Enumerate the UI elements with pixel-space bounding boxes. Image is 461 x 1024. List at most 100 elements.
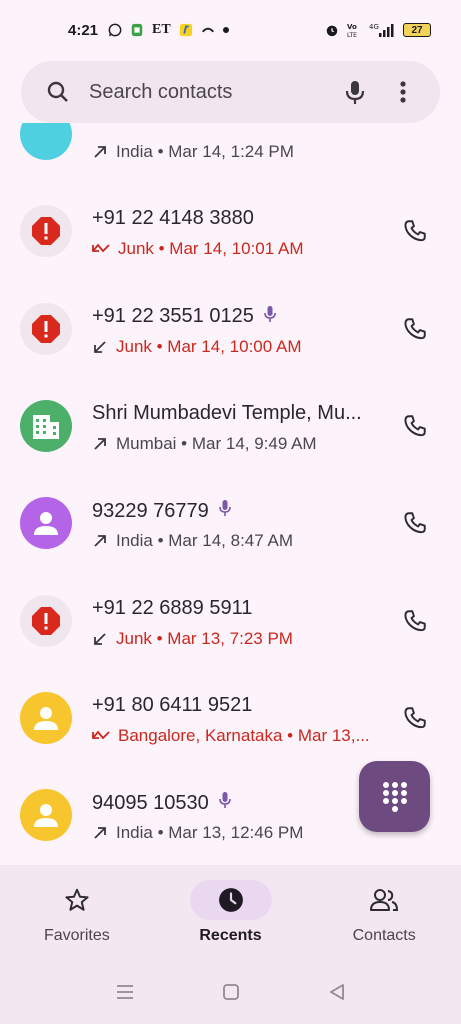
contact-avatar[interactable] (20, 594, 72, 647)
bottom-nav: Favorites Recents Contacts (0, 865, 461, 960)
call-details-text: India • Mar 13, 12:46 PM (116, 823, 304, 843)
call-direction (92, 242, 110, 256)
caller-name-text: +91 22 6889 5911 (92, 596, 253, 619)
voicemail-mic-icon (218, 499, 231, 523)
call-log-row[interactable]: +91 22 4148 3880 Junk • Mar 14, 10:01 AM (0, 185, 461, 282)
call-log-row[interactable]: +91 80 6411 9521 Bangalore, Karnataka • M… (0, 672, 461, 769)
contact-avatar[interactable] (20, 123, 72, 160)
call-direction (92, 339, 108, 355)
nav-contacts-pill (343, 880, 425, 920)
call-log-row[interactable]: India • Mar 14, 1:24 PM (0, 123, 461, 185)
call-log-row[interactable]: +91 22 3551 0125 Junk • Mar 14, 10:00 AM (0, 283, 461, 380)
caller-name: +91 80 6411 9521 (92, 694, 252, 717)
phone-icon (404, 415, 426, 437)
search-icon (45, 79, 71, 105)
call-details-text: Bangalore, Karnataka • Mar 13,... (118, 725, 370, 745)
nav-recents[interactable]: Recents (154, 865, 308, 960)
person-icon (34, 804, 58, 828)
dialpad-button[interactable] (359, 761, 430, 832)
caller-name: Shri Mumbadevi Temple, Mu... (92, 402, 362, 425)
incoming-call-icon (94, 632, 106, 645)
outgoing-call-icon (94, 535, 106, 547)
call-details: Mumbai • Mar 14, 9:49 AM (92, 434, 317, 454)
contact-avatar[interactable] (20, 399, 72, 452)
contact-avatar[interactable] (20, 302, 72, 355)
outgoing-call-icon (94, 146, 106, 158)
contact-avatar[interactable] (20, 789, 72, 842)
alarm-icon (326, 25, 338, 37)
et-icon: ET (152, 22, 171, 37)
phone-icon (404, 512, 426, 534)
clock-icon (218, 888, 243, 912)
caller-name-text: +91 80 6411 9521 (92, 693, 253, 716)
call-log-row[interactable]: 93229 76779 India • Mar 14, 8:47 AM (0, 477, 461, 574)
call-details: Junk • Mar 14, 10:00 AM (92, 337, 302, 357)
spam-warning-icon (32, 217, 60, 246)
dot-icon (222, 27, 229, 33)
search-input[interactable]: Search contacts (89, 81, 342, 104)
nav-favorites-pill (36, 880, 118, 920)
nav-contacts-label: Contacts (352, 927, 416, 944)
nav-contacts[interactable]: Contacts (307, 865, 461, 960)
caller-name: +91 22 4148 3880 (92, 207, 254, 230)
nav-recents-pill (189, 880, 272, 920)
call-direction (92, 631, 108, 647)
shield-app-icon (131, 23, 143, 37)
mic-icon[interactable] (342, 79, 368, 105)
call-details: India • Mar 14, 8:47 AM (92, 531, 293, 551)
call-log-row[interactable]: Shri Mumbadevi Temple, Mu... Mumbai • Mar… (0, 380, 461, 477)
call-button[interactable] (399, 215, 431, 247)
missed-call-icon (92, 730, 110, 740)
whatsapp-icon (108, 23, 122, 37)
call-details-text: Junk • Mar 14, 10:01 AM (118, 239, 304, 259)
call-direction (92, 144, 108, 160)
phone-icon (404, 707, 426, 728)
menu-icon[interactable] (116, 984, 134, 1000)
star-icon (65, 888, 89, 911)
call-direction (92, 729, 110, 743)
missed-call-icon (201, 27, 214, 33)
call-button[interactable] (399, 507, 431, 539)
call-details-text: Mumbai • Mar 14, 9:49 AM (116, 433, 317, 453)
caller-name: +91 22 6889 5911 (92, 597, 252, 620)
home-icon[interactable] (222, 983, 240, 1001)
call-details: India • Mar 13, 12:46 PM (92, 823, 303, 843)
svg-text:4G: 4G (369, 23, 379, 31)
contact-avatar[interactable] (20, 691, 72, 744)
call-details: Junk • Mar 13, 7:23 PM (92, 629, 293, 649)
recents-list: India • Mar 14, 1:24 PM +91 22 4148 3880 J… (0, 123, 461, 865)
nav-recents-label: Recents (199, 927, 262, 944)
call-button[interactable] (399, 410, 431, 442)
more-options-icon[interactable] (390, 79, 416, 105)
caller-name-text: +91 22 3551 0125 (92, 305, 254, 328)
call-details: Bangalore, Karnataka • Mar 13,... (92, 726, 370, 746)
volte-icon: VoLTE (347, 23, 357, 38)
search-bar[interactable]: Search contacts (21, 61, 440, 123)
nav-favorites-label: Favorites (43, 927, 110, 944)
status-bar: 4:21 ET Vo LTE 4G 27 (0, 0, 461, 60)
system-nav-bar (0, 960, 461, 1024)
people-icon (370, 889, 399, 911)
flipkart-icon (179, 23, 192, 37)
caller-name: 93229 76779 (92, 499, 231, 523)
caller-name-text: 93229 76779 (92, 499, 209, 522)
phone-icon (404, 609, 426, 631)
missed-call-icon (92, 243, 110, 253)
voicemail-mic-icon (218, 791, 231, 815)
contact-avatar[interactable] (20, 497, 72, 550)
call-details-text: India • Mar 14, 1:24 PM (116, 142, 294, 161)
contact-avatar[interactable] (20, 205, 72, 258)
call-log-row[interactable]: +91 22 6889 5911 Junk • Mar 13, 7:23 PM (0, 575, 461, 672)
caller-name-text: +91 22 4148 3880 (92, 207, 254, 230)
call-button[interactable] (399, 702, 431, 734)
call-button[interactable] (399, 313, 431, 345)
caller-name: +91 22 3551 0125 (92, 305, 276, 329)
back-icon[interactable] (328, 983, 346, 1001)
spam-warning-icon (32, 314, 60, 343)
call-button[interactable] (399, 605, 431, 637)
status-time: 4:21 (68, 21, 99, 39)
nav-favorites[interactable]: Favorites (0, 865, 154, 960)
outgoing-call-icon (94, 827, 106, 839)
caller-name: 94095 10530 (92, 791, 231, 815)
call-details-text: India • Mar 14, 8:47 AM (116, 531, 293, 551)
